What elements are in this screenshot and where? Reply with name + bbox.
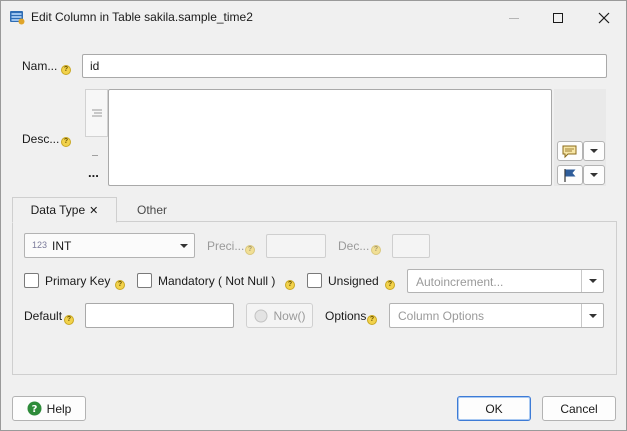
maximize-icon: [553, 12, 563, 23]
primary-key-checkbox[interactable]: [24, 273, 39, 288]
tab-data-type[interactable]: Data Type ✕: [12, 197, 117, 223]
default-label: Default: [24, 309, 63, 323]
chevron-down-icon: [180, 244, 188, 248]
description-dash: [92, 155, 98, 156]
column-options-placeholder: Column Options: [398, 309, 485, 323]
help-icon: ?: [27, 401, 42, 416]
flag-button[interactable]: [557, 165, 583, 185]
maximize-button[interactable]: [535, 1, 581, 34]
decimals-input[interactable]: [392, 234, 430, 258]
decimals-label: Dec...: [338, 239, 370, 253]
precision-label: Preci...: [207, 239, 245, 253]
precision-input[interactable]: [266, 234, 326, 258]
chevron-down-icon: [590, 149, 598, 153]
primary-key-hint-icon: ?: [115, 280, 125, 290]
comment-icon: [562, 145, 577, 159]
options-hint-icon: ?: [367, 315, 377, 325]
edit-column-dialog: Edit Column in Table sakila.sample_time2…: [0, 0, 627, 431]
decimals-hint-icon: ?: [371, 245, 381, 255]
unsigned-checkbox[interactable]: [307, 273, 322, 288]
chevron-down-icon: [588, 279, 597, 283]
cancel-button[interactable]: Cancel: [542, 396, 616, 421]
unsigned-label: Unsigned: [328, 274, 379, 288]
chevron-down-icon: [588, 313, 597, 318]
type-value: INT: [52, 239, 72, 253]
window-title: Edit Column in Table sakila.sample_time2: [31, 10, 253, 24]
now-button[interactable]: Now(): [246, 303, 313, 328]
type-select[interactable]: 123 INT: [24, 233, 195, 258]
description-gutter-button[interactable]: [85, 89, 108, 137]
clock-icon: [254, 309, 267, 322]
description-textarea[interactable]: [108, 89, 552, 186]
flag-dropdown-button[interactable]: [583, 165, 605, 185]
type-prefix: 123: [32, 240, 48, 250]
description-toolbar: ...: [85, 89, 108, 186]
minimize-button[interactable]: [491, 1, 537, 34]
column-options-select[interactable]: Column Options: [389, 303, 604, 328]
name-label: Nam...: [22, 59, 58, 73]
default-hint-icon: ?: [64, 315, 74, 325]
unsigned-hint-icon: ?: [385, 280, 395, 290]
tab-other[interactable]: Other: [121, 197, 183, 222]
description-label: Desc...: [22, 132, 60, 146]
close-button[interactable]: [581, 1, 627, 34]
close-icon: [598, 12, 610, 23]
mandatory-label: Mandatory ( Not Null ): [158, 274, 276, 288]
chevron-down-icon: [590, 173, 598, 177]
autoincrement-placeholder: Autoincrement...: [416, 275, 504, 289]
name-hint-icon: ?: [61, 65, 71, 75]
description-more-button[interactable]: ...: [88, 166, 99, 179]
svg-text:?: ?: [31, 404, 37, 415]
tab-other-label: Other: [136, 202, 167, 217]
mandatory-hint-icon: ?: [285, 280, 295, 290]
cancel-button-label: Cancel: [560, 401, 598, 416]
title-bar: Edit Column in Table sakila.sample_time2: [1, 1, 626, 34]
tab-close-icon[interactable]: ✕: [89, 204, 98, 217]
ok-button[interactable]: OK: [457, 396, 531, 421]
text-lines-icon: [91, 109, 102, 117]
description-hint-icon: ?: [61, 137, 71, 147]
help-button-label: Help: [46, 401, 72, 416]
now-button-label: Now(): [273, 308, 306, 323]
ok-button-label: OK: [485, 401, 503, 416]
mandatory-checkbox[interactable]: [137, 273, 152, 288]
comment-button[interactable]: [557, 141, 583, 161]
precision-hint-icon: ?: [245, 245, 255, 255]
name-input[interactable]: [82, 54, 607, 78]
default-input[interactable]: [85, 303, 234, 328]
flag-icon: [564, 169, 576, 182]
options-label: Options: [325, 309, 367, 323]
app-icon: [9, 9, 25, 25]
comment-dropdown-button[interactable]: [583, 141, 605, 161]
primary-key-label: Primary Key: [45, 274, 111, 288]
minimize-icon: [509, 17, 519, 19]
tab-data-type-label: Data Type: [30, 203, 86, 217]
autoincrement-select[interactable]: Autoincrement...: [407, 269, 604, 293]
help-button[interactable]: ? Help: [12, 396, 86, 421]
